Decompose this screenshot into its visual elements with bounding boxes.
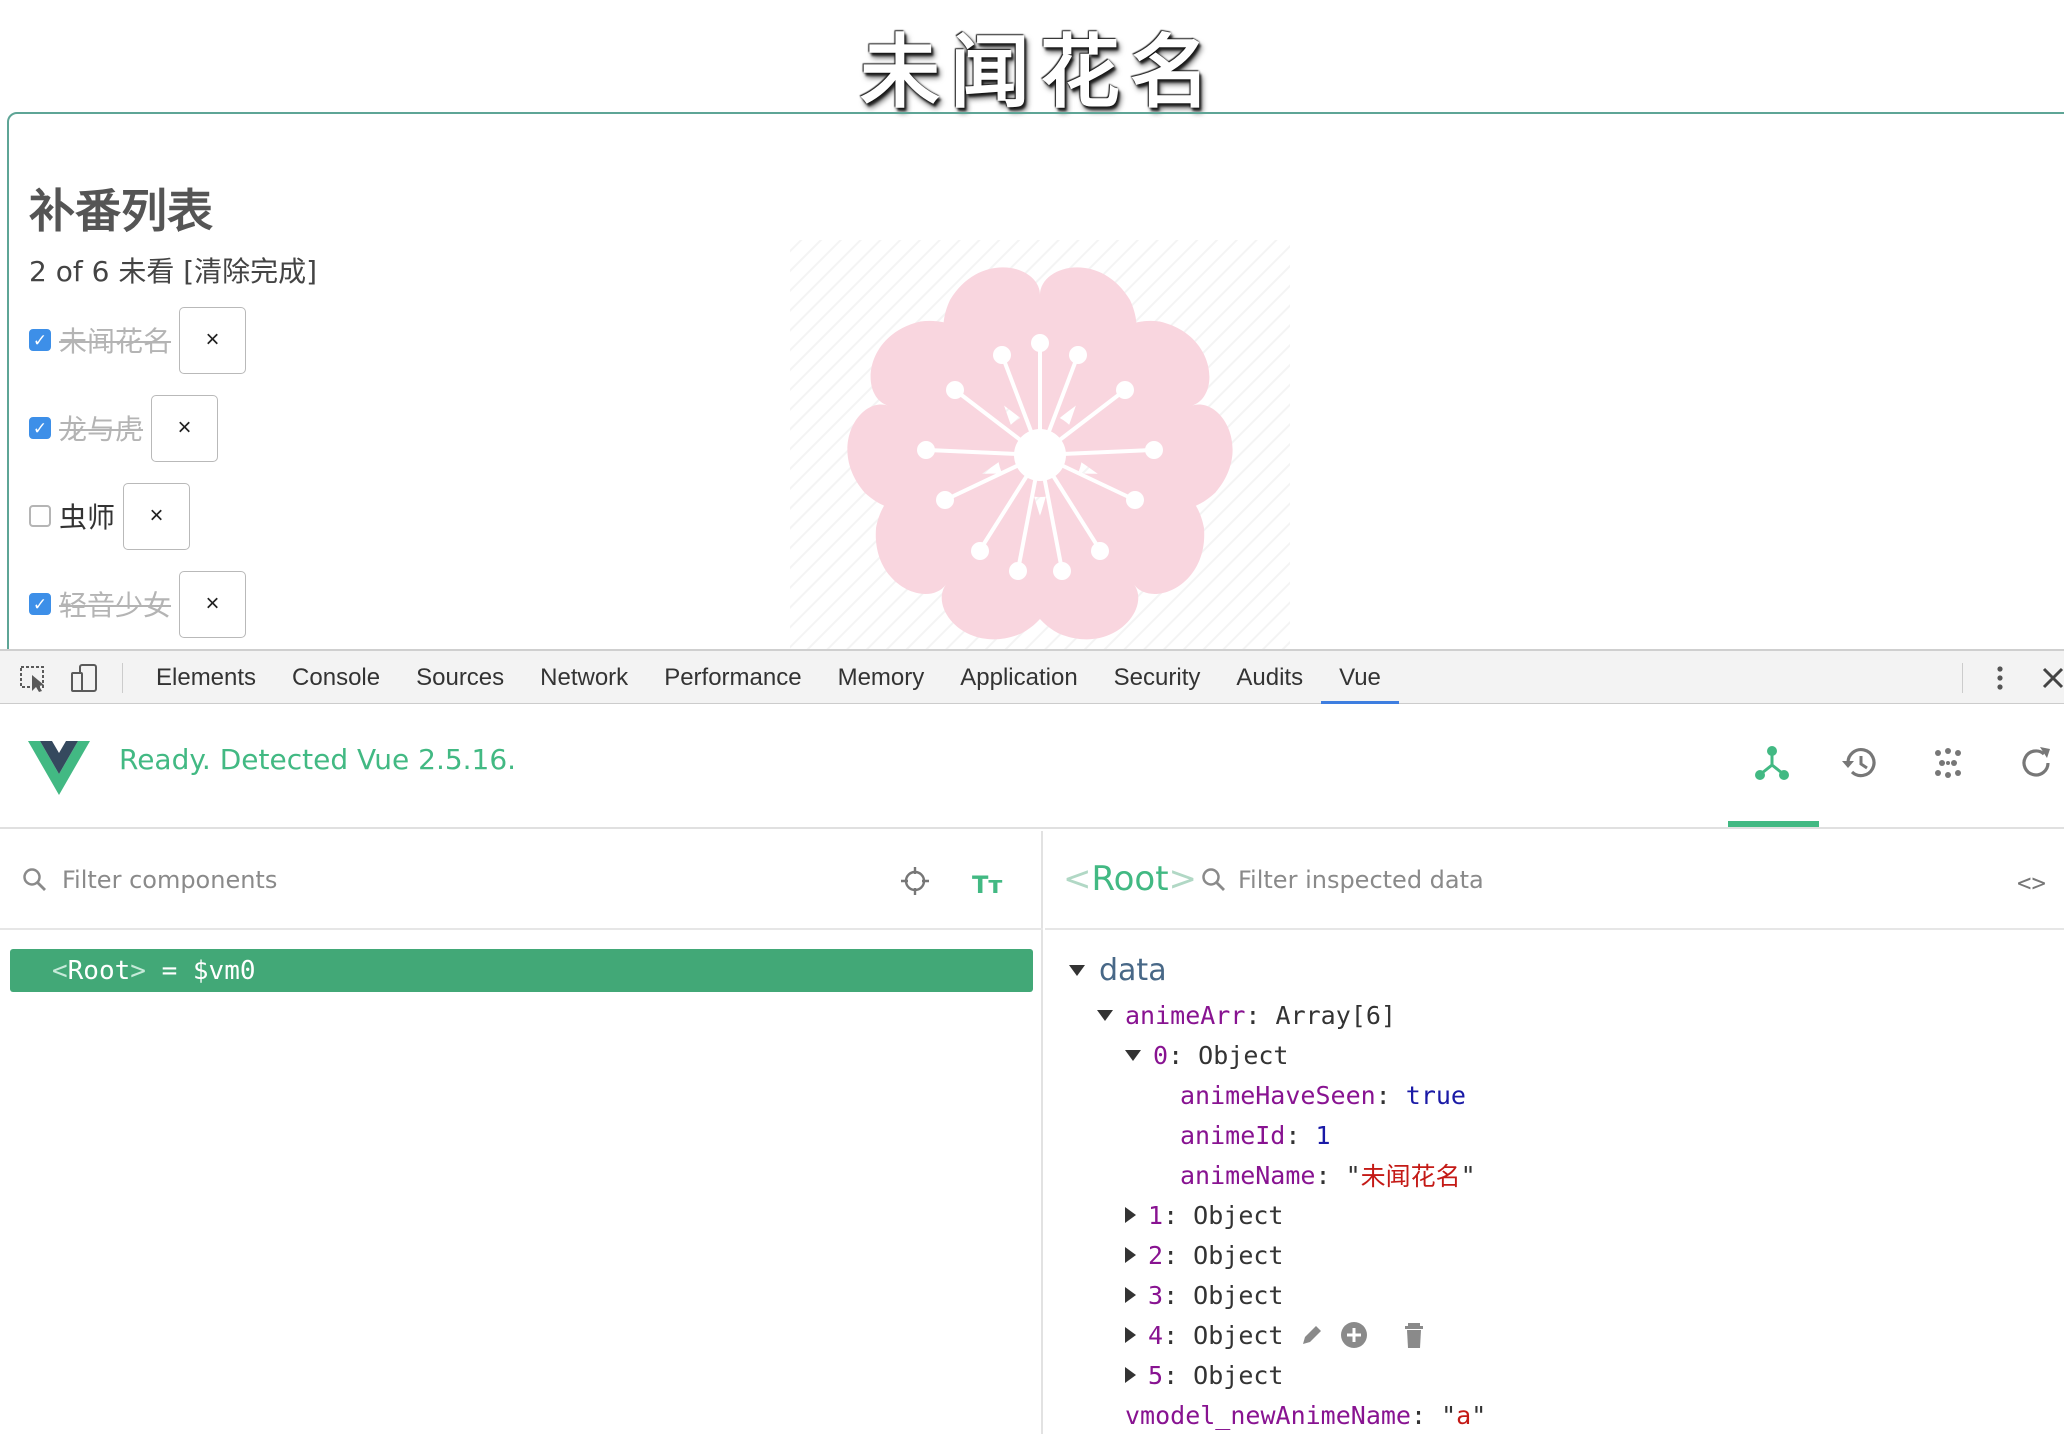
data-node-animearr[interactable]: animeArr: Array[6]: [1097, 995, 1396, 1035]
vue-status: Ready. Detected Vue 2.5.16.: [119, 743, 517, 776]
data-node-item[interactable]: 2: Object: [1125, 1235, 1283, 1275]
tab-network[interactable]: Network: [522, 651, 646, 704]
inspect-source-icon[interactable]: <>: [2017, 869, 2046, 897]
app-page: 未闻花名 补番列表 2 of 6 未看 [清除完成] ✓ 未闻花名 × ✓ 龙与…: [0, 0, 2064, 649]
more-options-icon[interactable]: [1990, 663, 2010, 693]
component-name: Root: [67, 955, 131, 986]
collapse-triangle-icon: [1097, 1009, 1113, 1021]
data-node-item[interactable]: 0: Object: [1125, 1035, 1288, 1075]
delete-button[interactable]: ×: [179, 570, 247, 638]
delete-button[interactable]: ×: [179, 306, 247, 374]
close-devtools-icon[interactable]: [2040, 665, 2064, 691]
expand-triangle-icon: [1125, 1207, 1136, 1223]
todo-name: 未闻花名: [59, 325, 172, 358]
devtools-panel: Elements Console Sources Network Perform…: [0, 649, 2064, 1434]
collapse-triangle-icon: [1069, 965, 1085, 976]
unseen-stats[interactable]: 2 of 6 未看 [清除完成]: [29, 250, 317, 290]
toolbar-divider: [122, 663, 123, 693]
seen-checkbox[interactable]: ✓: [29, 329, 51, 351]
toolbar-divider: [1962, 663, 1963, 693]
tab-sources[interactable]: Sources: [398, 651, 522, 704]
filter-inspected-data-input[interactable]: [1238, 859, 1798, 901]
tab-audits[interactable]: Audits: [1218, 651, 1321, 704]
delete-button[interactable]: ×: [151, 394, 219, 462]
todo-name: 轻音少女: [59, 589, 172, 622]
data-field[interactable]: animeId: 1: [1180, 1115, 1331, 1155]
edit-pencil-icon[interactable]: [1299, 1322, 1325, 1348]
collapse-triangle-icon: [1125, 1049, 1141, 1061]
vuex-history-icon[interactable]: [1840, 743, 1880, 783]
expand-triangle-icon: [1125, 1327, 1136, 1343]
inspector-pane: <Root> <> data animeArr: Array[6] 0: Obj…: [1045, 831, 2064, 1434]
todo-item: 虫师 ×: [29, 482, 191, 550]
data-section-label: data: [1099, 953, 1167, 988]
data-field[interactable]: animeName: " 未闻花名 ": [1180, 1155, 1476, 1195]
delete-button[interactable]: ×: [123, 482, 191, 550]
todo-name: 虫师: [59, 501, 116, 534]
components-icon[interactable]: [1752, 743, 1792, 783]
cherry-blossom-watermark: [790, 240, 1290, 649]
tab-vue[interactable]: Vue: [1321, 651, 1399, 704]
tab-memory[interactable]: Memory: [820, 651, 943, 704]
data-node-item[interactable]: 1: Object: [1125, 1195, 1283, 1235]
selected-component: <Root>: [1063, 859, 1198, 899]
components-pane: Tт <Root> = $vm0: [0, 831, 1043, 1434]
vue-logo-icon: [28, 741, 90, 795]
todo-item: ✓ 轻音少女 ×: [29, 570, 247, 638]
todo-item: ✓ 龙与虎 ×: [29, 394, 219, 462]
add-circle-icon[interactable]: [1339, 1320, 1369, 1350]
inspect-element-icon[interactable]: [18, 663, 52, 693]
select-component-target-icon[interactable]: [900, 866, 930, 896]
refresh-icon[interactable]: [2016, 743, 2056, 783]
search-icon: [23, 868, 46, 891]
component-ref: = $vm0: [161, 955, 256, 986]
delete-trash-icon[interactable]: [1401, 1320, 1435, 1350]
data-tree: data animeArr: Array[6] 0: Object animeH…: [1045, 931, 2064, 1434]
tab-console[interactable]: Console: [274, 651, 398, 704]
inspector-header: <Root> <>: [1045, 831, 2064, 930]
expand-triangle-icon: [1125, 1247, 1136, 1263]
device-toolbar-icon[interactable]: [68, 663, 102, 693]
row-actions: [1299, 1320, 1449, 1350]
todo-item: ✓ 未闻花名 ×: [29, 306, 247, 374]
tab-elements[interactable]: Elements: [138, 651, 274, 704]
component-tree-root[interactable]: < Root > = $vm0: [10, 949, 1033, 992]
devtools-tabs: Elements Console Sources Network Perform…: [138, 651, 1399, 704]
format-names-icon[interactable]: Tт: [972, 871, 1002, 899]
data-node-item[interactable]: 5: Object: [1125, 1355, 1283, 1395]
data-node-item[interactable]: 4: Object: [1125, 1315, 1449, 1355]
search-icon: [1202, 868, 1225, 891]
seen-checkbox[interactable]: ✓: [29, 417, 51, 439]
site-title: 未闻花名: [860, 26, 1220, 119]
seen-checkbox[interactable]: [29, 505, 51, 527]
filter-components-input[interactable]: [62, 859, 582, 901]
expand-triangle-icon: [1125, 1287, 1136, 1303]
vue-devtools-header: Ready. Detected Vue 2.5.16.: [0, 705, 2064, 829]
active-tool-indicator: [1728, 821, 1819, 827]
seen-checkbox[interactable]: ✓: [29, 593, 51, 615]
events-icon[interactable]: [1928, 743, 1968, 783]
tab-application[interactable]: Application: [942, 651, 1095, 704]
todo-name: 龙与虎: [59, 413, 144, 446]
tab-security[interactable]: Security: [1096, 651, 1219, 704]
data-section-toggle[interactable]: data: [1069, 953, 1167, 988]
list-title: 补番列表: [29, 184, 213, 238]
components-filter-bar: Tт: [0, 831, 1043, 930]
data-field[interactable]: vmodel_newAnimeName: " a ": [1125, 1395, 1486, 1434]
tab-performance[interactable]: Performance: [646, 651, 819, 704]
expand-triangle-icon: [1125, 1367, 1136, 1383]
data-node-item[interactable]: 3: Object: [1125, 1275, 1283, 1315]
data-field[interactable]: animeHaveSeen: true: [1180, 1075, 1466, 1115]
devtools-tabbar: Elements Console Sources Network Perform…: [0, 651, 2064, 704]
